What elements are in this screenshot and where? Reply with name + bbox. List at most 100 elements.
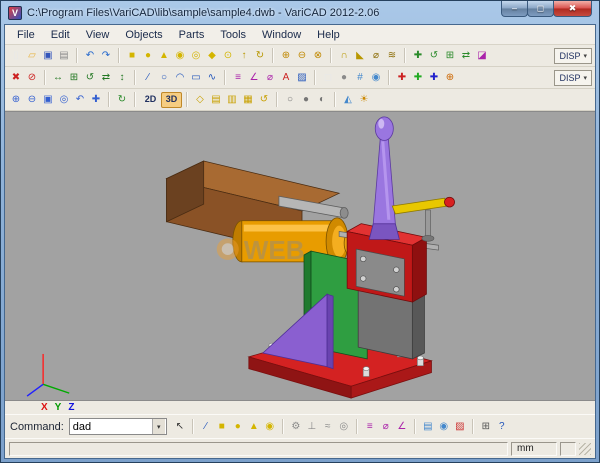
section-icon[interactable]: ◪ bbox=[474, 48, 490, 64]
extrude-icon[interactable]: ↑ bbox=[236, 48, 252, 64]
boolean-subtract-icon[interactable]: ⊖ bbox=[294, 48, 310, 64]
visibility-icon[interactable]: ◉ bbox=[436, 419, 452, 435]
zoom-previous-icon[interactable]: ↶ bbox=[72, 92, 88, 108]
move-icon[interactable]: ↔ bbox=[50, 70, 66, 86]
revolve-icon[interactable]: ↻ bbox=[252, 48, 268, 64]
select-icon[interactable]: ↖ bbox=[172, 419, 188, 435]
polyline-icon[interactable]: ∿ bbox=[204, 70, 220, 86]
menu-item[interactable]: View bbox=[78, 26, 118, 44]
trim-icon[interactable]: ⊘ bbox=[24, 70, 40, 86]
menu-item[interactable]: Parts bbox=[171, 26, 213, 44]
linear-dimension-icon[interactable]: ≡ bbox=[362, 419, 378, 435]
calculator-icon[interactable]: ⊞ bbox=[478, 419, 494, 435]
snap-icon[interactable]: ◉ bbox=[368, 70, 384, 86]
zoom-in-icon[interactable]: ⊕ bbox=[8, 92, 24, 108]
thread-icon[interactable]: ≋ bbox=[384, 48, 400, 64]
zoom-out-icon[interactable]: ⊖ bbox=[24, 92, 40, 108]
layers-icon[interactable]: ▤ bbox=[420, 419, 436, 435]
zoom-window-icon[interactable]: ▣ bbox=[40, 92, 56, 108]
rotate-icon[interactable]: ↺ bbox=[82, 70, 98, 86]
cylinder-solid-icon[interactable]: ● bbox=[140, 48, 156, 64]
menu-item[interactable]: Objects bbox=[117, 26, 170, 44]
disp-dropdown-2[interactable]: DISP ▾ bbox=[554, 70, 592, 86]
z-axis-icon[interactable]: ✚ bbox=[426, 70, 442, 86]
move-solid-icon[interactable]: ✚ bbox=[410, 48, 426, 64]
command-input[interactable] bbox=[70, 420, 152, 434]
y-axis-icon[interactable]: ✚ bbox=[410, 70, 426, 86]
perspective-icon[interactable]: ◭ bbox=[340, 92, 356, 108]
zoom-all-icon[interactable]: ◎ bbox=[56, 92, 72, 108]
shaded-sphere-icon[interactable]: ● bbox=[336, 70, 352, 86]
text-icon[interactable]: A bbox=[278, 70, 294, 86]
chamfer-edge-icon[interactable]: ◣ bbox=[352, 48, 368, 64]
hole-icon[interactable]: ⌀ bbox=[368, 48, 384, 64]
spring-part-icon[interactable]: ≈ bbox=[320, 419, 336, 435]
resize-grip[interactable] bbox=[579, 443, 591, 455]
radius-dimension-icon[interactable]: ⌀ bbox=[262, 70, 278, 86]
prism-solid-icon[interactable]: ◆ bbox=[204, 48, 220, 64]
mirror-solid-icon[interactable]: ⇄ bbox=[458, 48, 474, 64]
help-icon[interactable]: ? bbox=[494, 419, 510, 435]
rotate-view-icon[interactable]: ↺ bbox=[256, 92, 272, 108]
close-button[interactable]: ✖ bbox=[553, 1, 592, 17]
solid-cone-icon[interactable]: ▲ bbox=[246, 419, 262, 435]
redo-icon[interactable]: ↷ bbox=[98, 48, 114, 64]
3d-viewport[interactable]: WEB bbox=[5, 111, 595, 401]
menu-item[interactable]: Help bbox=[309, 26, 348, 44]
shaded-mode-icon[interactable]: ● bbox=[298, 92, 314, 108]
pipe-solid-icon[interactable]: ⊙ bbox=[220, 48, 236, 64]
menu-item[interactable]: File bbox=[9, 26, 43, 44]
arc-icon[interactable]: ◠ bbox=[172, 70, 188, 86]
hatch-icon[interactable]: ▨ bbox=[294, 70, 310, 86]
open-file-icon[interactable]: ▱ bbox=[24, 48, 40, 64]
box-solid-icon[interactable]: ■ bbox=[124, 48, 140, 64]
bearing-part-icon[interactable]: ◎ bbox=[336, 419, 352, 435]
light-icon[interactable]: ☀ bbox=[356, 92, 372, 108]
solid-box-icon[interactable]: ■ bbox=[214, 419, 230, 435]
command-history-dropdown[interactable]: ▾ bbox=[152, 419, 165, 434]
hidden-line-mode-icon[interactable]: ◐ bbox=[314, 92, 330, 108]
wireframe-mode-icon[interactable]: ○ bbox=[282, 92, 298, 108]
radius-dimension-icon[interactable]: ⌀ bbox=[378, 419, 394, 435]
dimension-icon[interactable]: ≡ bbox=[230, 70, 246, 86]
copy-icon[interactable]: ⊞ bbox=[66, 70, 82, 86]
redraw-icon[interactable]: ↻ bbox=[114, 92, 130, 108]
bolt-part-icon[interactable]: ⊥ bbox=[304, 419, 320, 435]
color-icon[interactable]: ▨ bbox=[452, 419, 468, 435]
wireframe-cube-icon[interactable]: ◻ bbox=[320, 70, 336, 86]
sketch-icon[interactable]: ∕ bbox=[198, 419, 214, 435]
torus-solid-icon[interactable]: ◎ bbox=[188, 48, 204, 64]
pan-icon[interactable]: ✚ bbox=[88, 92, 104, 108]
angle-dimension-icon[interactable]: ∠ bbox=[394, 419, 410, 435]
grid-icon[interactable]: # bbox=[352, 70, 368, 86]
top-view-icon[interactable]: ▥ bbox=[224, 92, 240, 108]
fillet-edge-icon[interactable]: ∩ bbox=[336, 48, 352, 64]
undo-icon[interactable]: ↶ bbox=[82, 48, 98, 64]
mode-2d-button[interactable]: 2D bbox=[140, 92, 161, 108]
boolean-union-icon[interactable]: ⊕ bbox=[278, 48, 294, 64]
gear-part-icon[interactable]: ⚙ bbox=[288, 419, 304, 435]
disp-dropdown-1[interactable]: DISP ▾ bbox=[554, 48, 592, 64]
menu-item[interactable]: Window bbox=[254, 26, 309, 44]
copy-solid-icon[interactable]: ⊞ bbox=[442, 48, 458, 64]
menu-item[interactable]: Edit bbox=[43, 26, 78, 44]
delete-icon[interactable]: ✖ bbox=[8, 70, 24, 86]
solid-sphere-icon[interactable]: ◉ bbox=[262, 419, 278, 435]
mirror-icon[interactable]: ⇄ bbox=[98, 70, 114, 86]
solid-cylinder-icon[interactable]: ● bbox=[230, 419, 246, 435]
isometric-view-icon[interactable]: ◇ bbox=[192, 92, 208, 108]
print-icon[interactable]: ▤ bbox=[56, 48, 72, 64]
maximize-button[interactable]: ◻ bbox=[527, 1, 554, 17]
right-view-icon[interactable]: ▦ bbox=[240, 92, 256, 108]
menu-item[interactable]: Tools bbox=[212, 26, 254, 44]
new-file-icon[interactable]: ▯ bbox=[8, 48, 24, 64]
x-axis-icon[interactable]: ✚ bbox=[394, 70, 410, 86]
sphere-solid-icon[interactable]: ◉ bbox=[172, 48, 188, 64]
cone-solid-icon[interactable]: ▲ bbox=[156, 48, 172, 64]
save-file-icon[interactable]: ▣ bbox=[40, 48, 56, 64]
mode-3d-button[interactable]: 3D bbox=[161, 92, 182, 108]
scale-icon[interactable]: ↕ bbox=[114, 70, 130, 86]
rotate-solid-icon[interactable]: ↺ bbox=[426, 48, 442, 64]
front-view-icon[interactable]: ▤ bbox=[208, 92, 224, 108]
boolean-intersect-icon[interactable]: ⊗ bbox=[310, 48, 326, 64]
